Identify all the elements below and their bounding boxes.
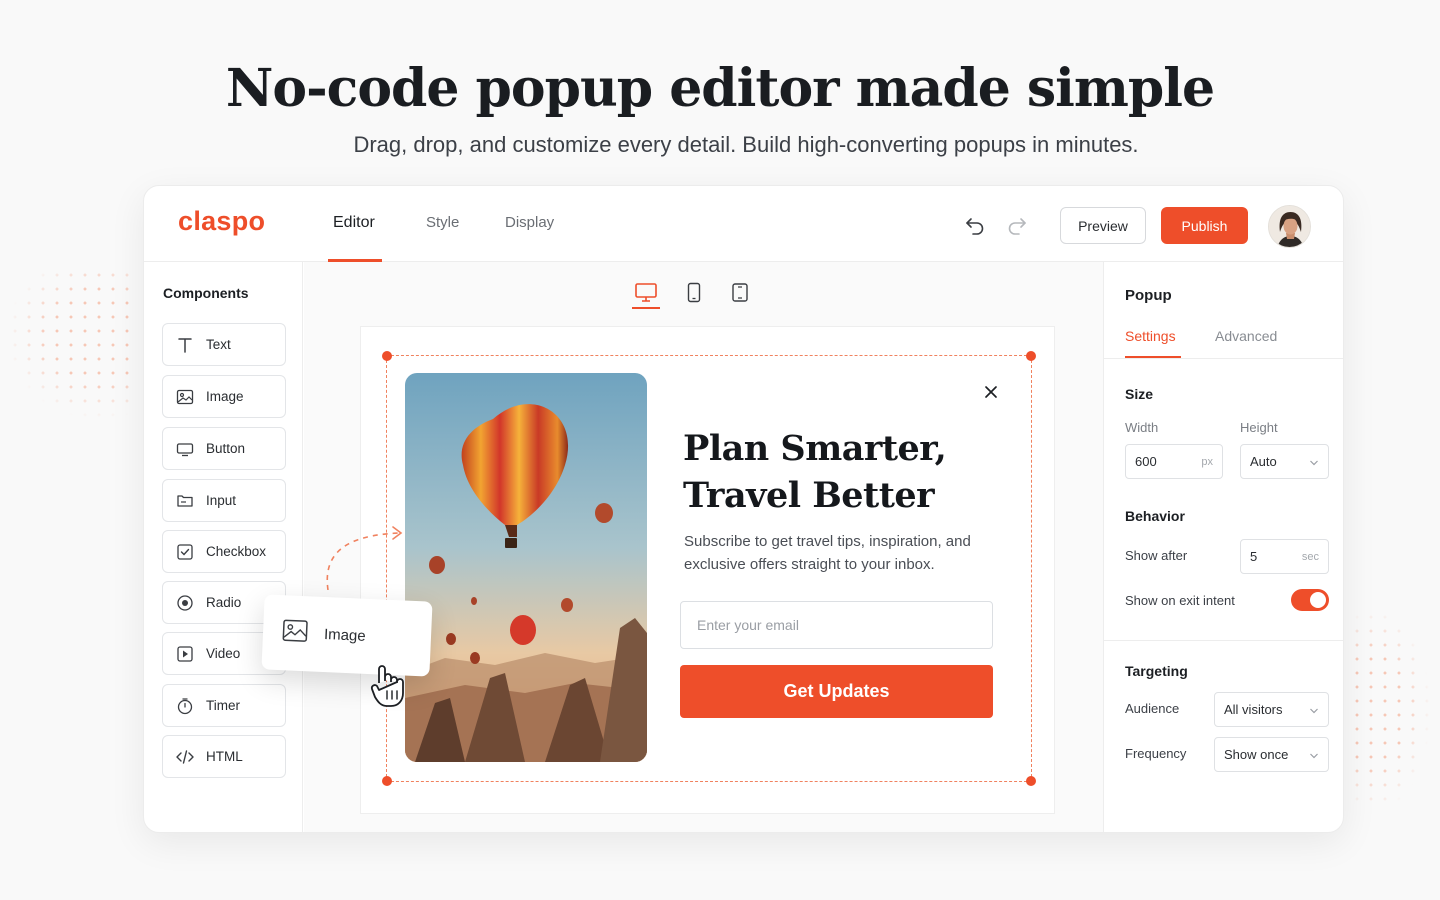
dragging-component-label: Image [323, 626, 367, 645]
show-after-unit: sec [1301, 550, 1319, 563]
audience-label: Audience [1125, 701, 1180, 716]
editor-topbar: claspo Editor Style Display Preview Publ… [144, 186, 1343, 262]
height-select[interactable]: Auto [1240, 444, 1329, 479]
height-value: Auto [1250, 454, 1277, 469]
resize-handle-bottom-right[interactable] [1026, 776, 1036, 786]
popup-image[interactable] [405, 373, 647, 762]
mobile-icon[interactable] [686, 282, 702, 309]
exit-intent-toggle[interactable] [1291, 589, 1329, 611]
decorative-dots-right [1350, 610, 1430, 810]
targeting-section-title: Targeting [1125, 663, 1188, 679]
code-icon [175, 747, 195, 767]
chevron-down-icon [1309, 747, 1319, 762]
audience-value: All visitors [1224, 702, 1283, 717]
undo-icon[interactable] [964, 215, 986, 240]
video-icon [175, 644, 195, 664]
frequency-label: Frequency [1125, 746, 1187, 761]
section-divider [1104, 640, 1343, 641]
show-after-label: Show after [1125, 548, 1188, 563]
components-title: Components [163, 285, 249, 301]
behavior-section-title: Behavior [1125, 508, 1185, 524]
tab-editor[interactable]: Editor [333, 214, 375, 232]
hand-cursor-icon [367, 661, 411, 714]
chevron-down-icon [1309, 702, 1319, 717]
component-label: Radio [206, 595, 242, 610]
popup-title-line1: Plan Smarter, [683, 428, 947, 469]
resize-handle-top-right[interactable] [1026, 351, 1036, 361]
active-device-indicator [632, 307, 660, 309]
decorative-dots-left [8, 268, 138, 418]
popup-preview-frame: Plan Smarter, Travel Better Subscribe to… [360, 326, 1055, 814]
toggle-knob [1310, 592, 1326, 608]
timer-icon [175, 696, 195, 716]
tab-advanced[interactable]: Advanced [1215, 328, 1277, 344]
desktop-icon[interactable] [634, 282, 658, 309]
close-icon[interactable] [984, 385, 998, 404]
component-label: Video [206, 646, 241, 661]
size-section-title: Size [1125, 386, 1154, 402]
popup-title-line2: Travel Better [683, 475, 935, 516]
tab-display[interactable]: Display [505, 214, 554, 231]
component-timer[interactable]: Timer [162, 684, 286, 727]
active-panel-tab-indicator [1125, 356, 1181, 358]
component-html[interactable]: HTML [162, 735, 286, 778]
frequency-select[interactable]: Show once [1214, 737, 1329, 772]
redo-icon[interactable] [1006, 215, 1028, 240]
component-label: HTML [206, 749, 243, 764]
height-label: Height [1240, 420, 1278, 435]
hero-title: No-code popup editor made simple [225, 58, 1215, 119]
panel-title: Popup [1125, 287, 1172, 304]
preview-button[interactable]: Preview [1060, 207, 1146, 244]
width-value: 600 [1135, 454, 1157, 469]
get-updates-button[interactable]: Get Updates [680, 665, 993, 718]
settings-panel: Popup Settings Advanced Size Width Heigh… [1103, 262, 1343, 832]
tab-settings[interactable]: Settings [1125, 328, 1176, 344]
chevron-down-icon [1309, 454, 1319, 469]
audience-select[interactable]: All visitors [1214, 692, 1329, 727]
panel-tabs-divider [1104, 358, 1343, 359]
email-input[interactable] [680, 601, 993, 649]
width-unit: px [1201, 455, 1213, 468]
publish-button[interactable]: Publish [1161, 207, 1248, 244]
logo: claspo [178, 206, 266, 236]
popup-title[interactable]: Plan Smarter, Travel Better [683, 425, 1003, 519]
exit-intent-label: Show on exit intent [1125, 593, 1235, 608]
tablet-icon[interactable] [731, 282, 749, 309]
frequency-value: Show once [1224, 747, 1289, 762]
avatar[interactable] [1268, 205, 1311, 248]
width-label: Width [1125, 420, 1159, 435]
component-label: Timer [206, 698, 240, 713]
editor-canvas: Plan Smarter, Travel Better Subscribe to… [304, 262, 1103, 832]
resize-handle-bottom-left[interactable] [382, 776, 392, 786]
image-icon [281, 618, 308, 648]
popup-description[interactable]: Subscribe to get travel tips, inspiratio… [684, 530, 1004, 576]
width-field[interactable]: 600 px [1125, 444, 1223, 479]
show-after-value: 5 [1250, 549, 1258, 564]
show-after-field[interactable]: 5 sec [1240, 539, 1329, 574]
radio-icon [175, 593, 195, 613]
hero-subtitle: Drag, drop, and customize every detail. … [353, 132, 1139, 157]
tab-style[interactable]: Style [426, 214, 459, 231]
drag-arrow [183, 340, 408, 595]
